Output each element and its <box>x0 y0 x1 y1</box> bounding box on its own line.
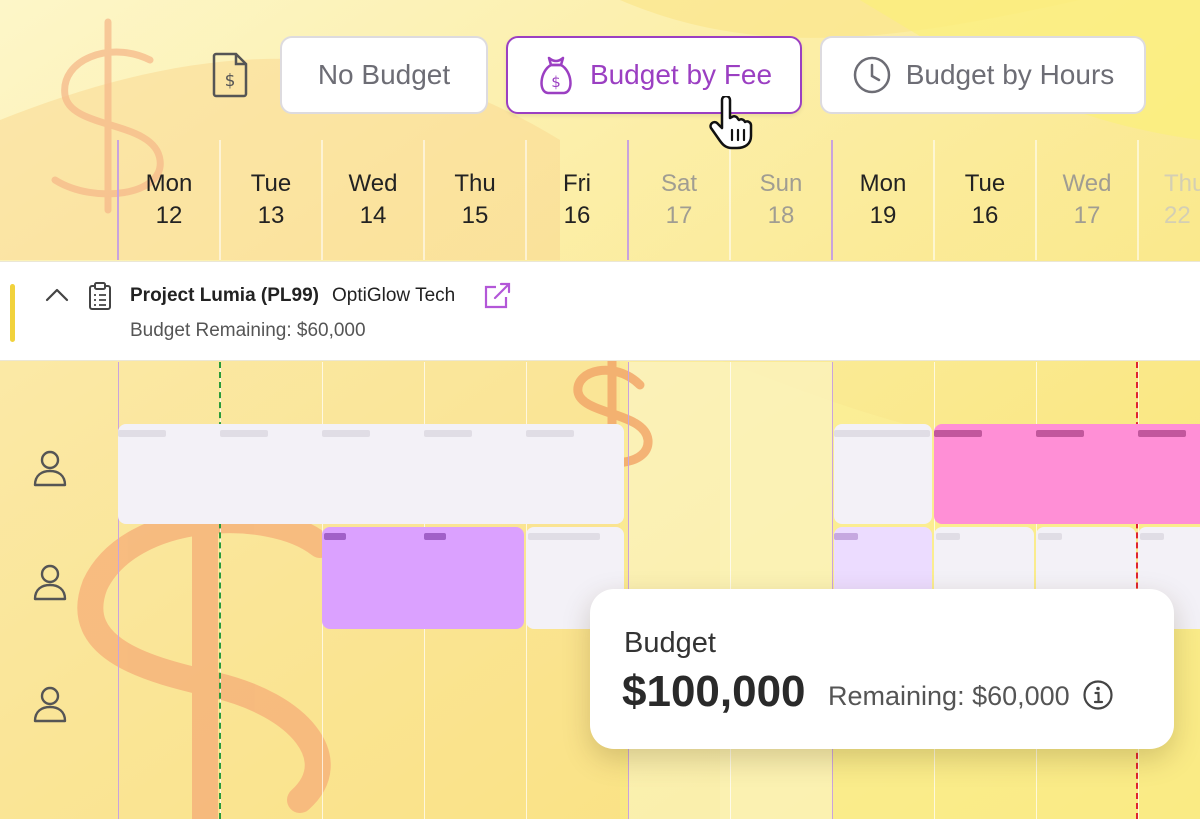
day-column: Wed 14 <box>348 170 398 229</box>
project-budget-remaining: Budget Remaining: $60,000 <box>130 320 366 341</box>
budget-by-fee-label: Budget by Fee <box>589 59 773 90</box>
budget-tooltip: Budget $100,000 Remaining: $60,000 <box>590 589 1174 749</box>
budget-by-hours-button[interactable]: Budget by Hours <box>820 36 1146 114</box>
day-column: Mon 12 <box>145 170 193 229</box>
external-edit-icon[interactable] <box>482 282 512 310</box>
assignment-bar-unassigned[interactable] <box>834 424 932 524</box>
calendar-day-header: Mon 12 Tue 13 Wed 14 Thu 15 Fri 16 Sat 17 Sun 1… <box>117 140 1200 260</box>
budget-by-hours-label: Budget by Hours <box>905 59 1115 90</box>
day-column: Tue 16 <box>964 170 1006 229</box>
project-client: OptiGlow Tech <box>332 285 456 306</box>
invoice-dollar-icon: $ <box>212 52 248 98</box>
day-column: Sun 18 <box>759 170 803 229</box>
no-budget-label: No Budget <box>317 59 451 90</box>
day-column: Wed 17 <box>1062 170 1112 229</box>
day-column: Sat 17 <box>660 170 698 229</box>
user-icon <box>33 564 67 601</box>
budget-by-fee-button[interactable]: $ Budget by Fee <box>506 36 802 114</box>
clipboard-list-icon <box>89 282 111 310</box>
assignment-bar-unassigned[interactable] <box>118 424 624 524</box>
info-icon[interactable] <box>1082 679 1114 711</box>
assignment-bar-purple[interactable] <box>322 527 524 629</box>
money-bag-icon: $ <box>540 56 572 95</box>
assignment-bar-pink[interactable] <box>934 424 1200 524</box>
svg-text:$: $ <box>225 71 236 91</box>
project-row[interactable] <box>0 261 1200 361</box>
chevron-up-icon[interactable] <box>44 286 70 304</box>
day-column: Mon 19 <box>859 170 907 229</box>
svg-text:$: $ <box>551 73 561 91</box>
budget-amount: $100,000 <box>622 667 806 716</box>
user-icon <box>33 686 67 723</box>
day-column: Fri 16 <box>563 170 591 229</box>
budget-label: Budget <box>624 627 716 659</box>
no-budget-button[interactable]: No Budget <box>280 36 488 114</box>
user-icon <box>33 450 67 487</box>
budget-type-toggle: $ No Budget $ Budget by Fee Budget by Ho… <box>0 0 1200 140</box>
day-column: Thu 15 <box>454 170 496 229</box>
project-color-accent <box>10 284 15 342</box>
hand-pointer-cursor-icon <box>709 96 753 150</box>
project-title: Project Lumia (PL99) <box>130 285 319 306</box>
day-column: Tue 13 <box>250 170 292 229</box>
clock-icon <box>853 56 890 94</box>
budget-remaining: Remaining: $60,000 <box>828 681 1070 711</box>
day-column: Thu 22 <box>1164 170 1200 229</box>
